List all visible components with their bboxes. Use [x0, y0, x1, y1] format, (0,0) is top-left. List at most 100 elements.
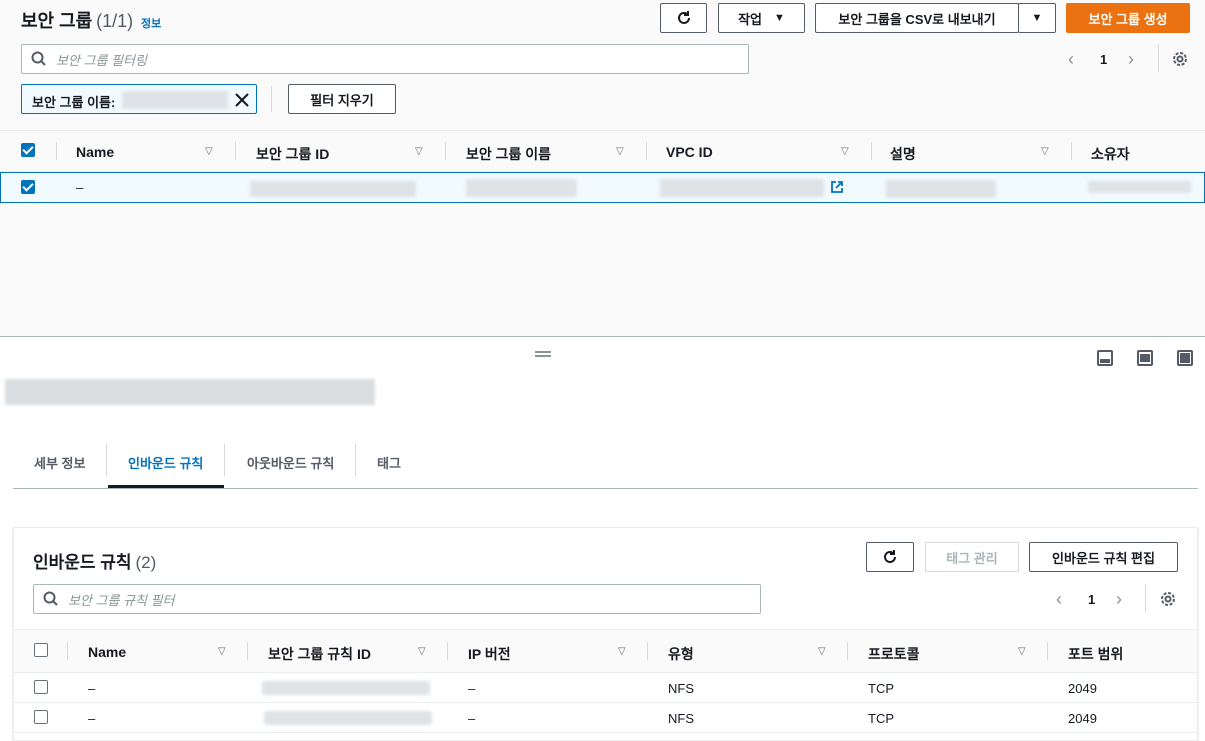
column-header-group-name[interactable]: 보안 그룹 이름 — [466, 144, 551, 164]
table-row[interactable] — [14, 673, 1197, 703]
tab-details[interactable]: 세부 정보 — [34, 453, 85, 472]
settings-gear-icon[interactable] — [1159, 590, 1177, 608]
rule-port-range: 2049 — [1068, 711, 1097, 726]
caret-down-icon: ▼ — [1031, 12, 1043, 24]
rule-name: – — [88, 711, 96, 726]
sort-icon[interactable]: ▽ — [418, 646, 426, 657]
search-icon — [43, 591, 58, 606]
select-all-rules-checkbox[interactable] — [34, 643, 48, 657]
vpc-id-redacted[interactable] — [660, 179, 824, 197]
split-side-icon[interactable] — [1137, 350, 1153, 366]
sort-icon[interactable]: ▽ — [415, 146, 423, 157]
actions-button[interactable]: 작업 ▼ — [718, 3, 805, 33]
security-groups-panel: 보안 그룹 (1/1) 정보 작업 ▼ 보안 그룹을 CSV로 내보내기 ▼ 보… — [0, 0, 1205, 336]
column-header-vpc-id[interactable]: VPC ID — [666, 144, 713, 160]
column-header-type[interactable]: 유형 — [668, 644, 694, 664]
manage-tags-button[interactable]: 태그 관리 — [925, 542, 1019, 572]
close-icon[interactable] — [234, 92, 250, 108]
group-id-redacted[interactable] — [250, 181, 416, 197]
row-checkbox[interactable] — [34, 710, 48, 724]
prev-page-icon[interactable]: ‹ — [1068, 49, 1074, 70]
row-name: – — [76, 180, 84, 195]
clear-filters-button[interactable]: 필터 지우기 — [288, 84, 396, 114]
refresh-icon — [677, 11, 690, 24]
next-page-icon[interactable]: › — [1128, 49, 1134, 70]
next-page-icon[interactable]: › — [1116, 589, 1122, 610]
column-header-protocol[interactable]: 프로토콜 — [868, 644, 920, 664]
divider — [1158, 44, 1159, 72]
owner-redacted — [1088, 181, 1191, 193]
sort-icon[interactable]: ▽ — [818, 646, 826, 657]
sort-icon[interactable]: ▽ — [1018, 646, 1026, 657]
filter-token-value-redacted — [122, 91, 228, 109]
rule-ip-version: – — [468, 681, 476, 696]
create-security-group-button[interactable]: 보안 그룹 생성 — [1066, 3, 1190, 33]
export-dropdown-button[interactable]: ▼ — [1018, 3, 1056, 33]
tab-inbound-rules[interactable]: 인바운드 규칙 — [128, 453, 203, 472]
refresh-rules-button[interactable] — [866, 542, 914, 572]
sort-icon[interactable]: ▽ — [618, 646, 626, 657]
row-checkbox[interactable] — [34, 680, 48, 694]
security-group-filter-input[interactable]: 보안 그룹 필터링 — [21, 44, 749, 74]
column-header-name[interactable]: Name — [88, 644, 126, 660]
caret-down-icon: ▼ — [774, 12, 785, 24]
page-number[interactable]: 1 — [1088, 592, 1095, 607]
sort-icon[interactable]: ▽ — [218, 646, 226, 657]
group-count: (1/1) — [96, 11, 134, 31]
divider — [271, 86, 272, 112]
sort-icon[interactable]: ▽ — [205, 146, 213, 157]
description-redacted — [886, 180, 996, 198]
column-header-name[interactable]: Name — [76, 144, 114, 160]
column-divider — [1071, 142, 1072, 160]
group-name-redacted — [466, 179, 577, 197]
info-link[interactable]: 정보 — [141, 18, 161, 30]
sort-icon[interactable]: ▽ — [841, 146, 849, 157]
page-number[interactable]: 1 — [1100, 52, 1107, 67]
edit-inbound-rules-button[interactable]: 인바운드 규칙 편집 — [1029, 542, 1178, 572]
tab-tags[interactable]: 태그 — [377, 453, 401, 472]
export-csv-button[interactable]: 보안 그룹을 CSV로 내보내기 — [815, 3, 1019, 33]
row-checkbox[interactable] — [21, 180, 35, 194]
tab-outbound-rules[interactable]: 아웃바운드 규칙 — [247, 453, 334, 472]
detail-title-redacted — [5, 379, 375, 405]
inbound-rules-title: 인바운드 규칙 (2) — [33, 553, 157, 572]
column-divider — [235, 142, 236, 160]
prev-page-icon[interactable]: ‹ — [1056, 589, 1062, 610]
external-link-icon[interactable] — [830, 180, 844, 194]
column-divider — [56, 142, 57, 160]
refresh-icon — [884, 550, 896, 563]
split-full-icon[interactable] — [1177, 350, 1193, 366]
column-divider — [646, 142, 647, 160]
table-row[interactable] — [0, 172, 1205, 203]
table-row[interactable] — [14, 703, 1197, 733]
sort-icon[interactable]: ▽ — [1041, 146, 1049, 157]
drag-handle-icon[interactable] — [535, 351, 551, 353]
split-bottom-icon[interactable] — [1097, 350, 1113, 366]
column-header-description[interactable]: 설명 — [890, 144, 916, 164]
search-icon — [31, 51, 46, 66]
select-all-checkbox[interactable] — [21, 143, 35, 157]
column-header-rule-id[interactable]: 보안 그룹 규칙 ID — [268, 644, 371, 664]
sort-icon[interactable]: ▽ — [616, 146, 624, 157]
divider — [1145, 584, 1146, 612]
settings-gear-icon[interactable] — [1171, 50, 1189, 68]
tabs-divider — [13, 488, 1198, 489]
column-header-group-id[interactable]: 보안 그룹 ID — [256, 144, 329, 164]
table-header — [0, 130, 1205, 172]
rule-type: NFS — [668, 711, 694, 726]
column-header-port-range[interactable]: 포트 범위 — [1068, 644, 1123, 664]
column-divider — [445, 142, 446, 160]
rule-filter-input[interactable]: 보안 그룹 규칙 필터 — [33, 584, 761, 614]
rule-name: – — [88, 681, 96, 696]
rule-type: NFS — [668, 681, 694, 696]
rule-ip-version: – — [468, 711, 476, 726]
filter-token: 보안 그룹 이름: — [21, 84, 257, 114]
column-header-owner[interactable]: 소유자 — [1091, 144, 1130, 164]
rule-id-redacted — [262, 681, 430, 695]
column-header-ip-version[interactable]: IP 버전 — [468, 644, 511, 664]
rule-id-redacted — [264, 711, 432, 725]
page-title: 보안 그룹 (1/1) 정보 — [21, 11, 162, 31]
rule-port-range: 2049 — [1068, 681, 1097, 696]
rule-protocol: TCP — [868, 711, 894, 726]
refresh-button[interactable] — [660, 3, 707, 33]
